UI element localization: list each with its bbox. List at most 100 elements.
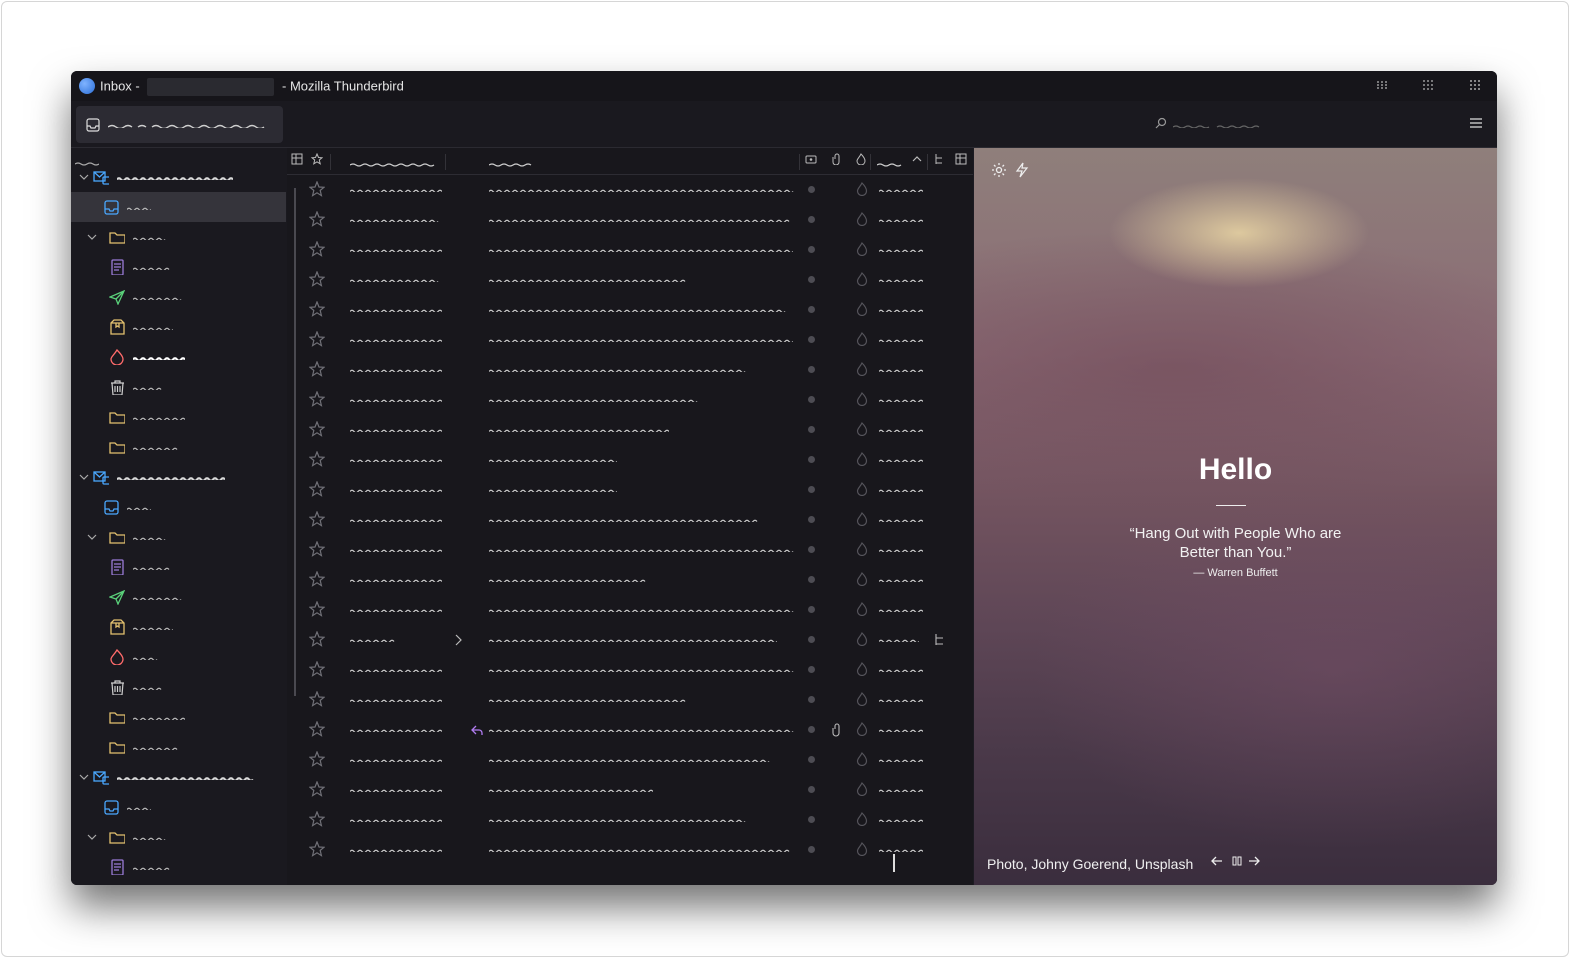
folder-row[interactable] [71,372,287,402]
star-icon[interactable] [309,691,325,707]
message-row[interactable] [287,445,973,475]
message-row[interactable] [287,625,973,655]
read-status-dot[interactable] [808,456,815,463]
junk-status-icon[interactable] [856,542,868,556]
read-status-dot[interactable] [808,276,815,283]
message-row[interactable] [287,595,973,625]
app-menu-button[interactable] [1469,116,1483,133]
junk-status-icon[interactable] [856,212,868,226]
message-row[interactable] [287,535,973,565]
thread-column-icon[interactable] [933,153,945,168]
message-row[interactable] [287,265,973,295]
column-picker-icon[interactable] [955,153,967,168]
message-row[interactable] [287,385,973,415]
junk-status-icon[interactable] [856,392,868,406]
folder-row[interactable] [71,822,287,852]
sort-ascending-icon[interactable] [911,153,923,168]
star-icon[interactable] [309,481,325,497]
star-icon[interactable] [309,601,325,617]
message-row[interactable] [287,205,973,235]
message-row[interactable] [287,475,973,505]
chevron-down-icon[interactable] [79,172,89,182]
folder-row[interactable] [71,582,287,612]
junk-status-icon[interactable] [856,722,868,736]
read-status-dot[interactable] [808,666,815,673]
read-status-dot[interactable] [808,396,815,403]
star-icon[interactable] [309,301,325,317]
star-icon[interactable] [309,241,325,257]
read-status-dot[interactable] [808,216,815,223]
junk-column-icon[interactable] [855,153,867,168]
junk-status-icon[interactable] [856,572,868,586]
read-status-dot[interactable] [808,786,815,793]
chevron-right-icon[interactable] [454,634,464,646]
message-row[interactable] [287,505,973,535]
read-status-dot[interactable] [808,546,815,553]
read-status-dot[interactable] [808,756,815,763]
previous-photo-button[interactable] [1211,855,1223,870]
star-icon[interactable] [309,421,325,437]
star-column-icon[interactable] [310,152,324,168]
folder-row[interactable] [71,852,287,882]
star-icon[interactable] [309,841,325,857]
star-icon[interactable] [309,511,325,527]
read-status-dot[interactable] [808,306,815,313]
next-photo-button[interactable] [1248,855,1260,870]
junk-status-icon[interactable] [856,182,868,196]
settings-button[interactable] [991,162,1007,182]
star-icon[interactable] [309,271,325,287]
chevron-down-icon[interactable] [87,232,97,242]
message-row[interactable] [287,805,973,835]
junk-status-icon[interactable] [856,662,868,676]
junk-status-icon[interactable] [856,302,868,316]
account-row[interactable] [71,162,287,192]
search-box[interactable] [1155,111,1355,137]
attachment-column-icon[interactable] [831,153,843,168]
folder-row[interactable] [71,282,287,312]
photo-credit[interactable]: Photo, Johny Goerend, Unsplash [987,856,1193,872]
maximize-button[interactable] [1421,79,1435,93]
read-status-dot[interactable] [808,486,815,493]
junk-status-icon[interactable] [856,842,868,856]
star-icon[interactable] [309,571,325,587]
read-status-dot[interactable] [808,606,815,613]
junk-status-icon[interactable] [856,692,868,706]
folder-row[interactable] [71,612,287,642]
read-status-dot[interactable] [808,336,815,343]
folder-row[interactable] [71,792,287,822]
junk-status-icon[interactable] [856,422,868,436]
read-status-dot[interactable] [808,246,815,253]
message-row[interactable] [287,715,973,745]
folder-row[interactable] [71,642,287,672]
chevron-down-icon[interactable] [79,772,89,782]
account-row[interactable] [71,462,287,492]
junk-status-icon[interactable] [856,752,868,766]
junk-status-icon[interactable] [856,782,868,796]
folder-row[interactable] [71,522,287,552]
read-status-dot[interactable] [808,426,815,433]
message-row[interactable] [287,295,973,325]
folder-row[interactable] [71,732,287,762]
list-scrollbar[interactable] [294,188,296,696]
thread-icon[interactable] [933,633,945,647]
message-row[interactable] [287,835,973,865]
date-column-redacted[interactable] [877,163,905,167]
folder-row[interactable] [71,432,287,462]
message-row[interactable] [287,355,973,385]
star-icon[interactable] [309,211,325,227]
column-picker-icon[interactable] [291,153,303,168]
folder-row[interactable] [71,342,287,372]
minimize-button[interactable] [1375,79,1389,93]
tab-inbox[interactable] [76,106,283,143]
star-icon[interactable] [309,361,325,377]
read-status-dot[interactable] [808,636,815,643]
folder-row[interactable] [71,402,287,432]
read-status-dot[interactable] [808,366,815,373]
pause-slideshow-button[interactable] [1231,855,1243,870]
junk-status-icon[interactable] [856,632,868,646]
chevron-down-icon[interactable] [79,472,89,482]
folder-row[interactable] [71,672,287,702]
star-icon[interactable] [309,451,325,467]
message-row[interactable] [287,685,973,715]
star-icon[interactable] [309,661,325,677]
